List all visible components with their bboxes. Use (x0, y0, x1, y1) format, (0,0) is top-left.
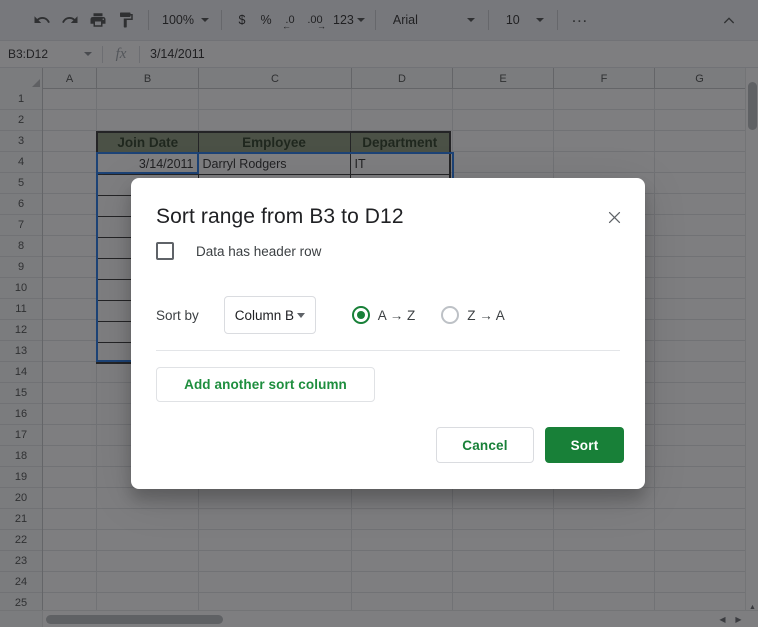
sort-by-label: Sort by (156, 307, 199, 323)
data-has-header-row-checkbox[interactable] (156, 242, 174, 260)
sort-column-value: Column B (234, 307, 295, 323)
sort-button[interactable]: Sort (545, 427, 624, 463)
dialog-actions: Cancel Sort (436, 427, 624, 463)
data-has-header-row-label: Data has header row (196, 243, 322, 259)
chevron-down-icon (296, 312, 305, 318)
dialog-divider (156, 350, 620, 351)
dialog-title: Sort range from B3 to D12 (156, 205, 404, 228)
sort-by-row: Sort by Column B A → Z Z → A (156, 296, 505, 334)
sort-order-descending[interactable]: Z → A (441, 306, 505, 324)
add-another-sort-column-button[interactable]: Add another sort column (156, 367, 375, 402)
sort-order-radio-group: A → Z Z → A (351, 306, 505, 324)
radio-ascending-icon[interactable] (351, 306, 370, 324)
radio-descending-icon[interactable] (441, 306, 460, 324)
header-row-checkbox-row[interactable]: Data has header row (156, 242, 321, 260)
sort-order-ascending[interactable]: A → Z (351, 306, 416, 324)
radio-ascending-label: A → Z (377, 307, 416, 323)
cancel-button[interactable]: Cancel (436, 427, 534, 463)
close-icon[interactable] (601, 204, 627, 230)
sort-column-select[interactable]: Column B (223, 296, 316, 334)
radio-descending-label: Z → A (467, 307, 505, 323)
sort-range-dialog: Sort range from B3 to D12 Data has heade… (131, 178, 645, 489)
